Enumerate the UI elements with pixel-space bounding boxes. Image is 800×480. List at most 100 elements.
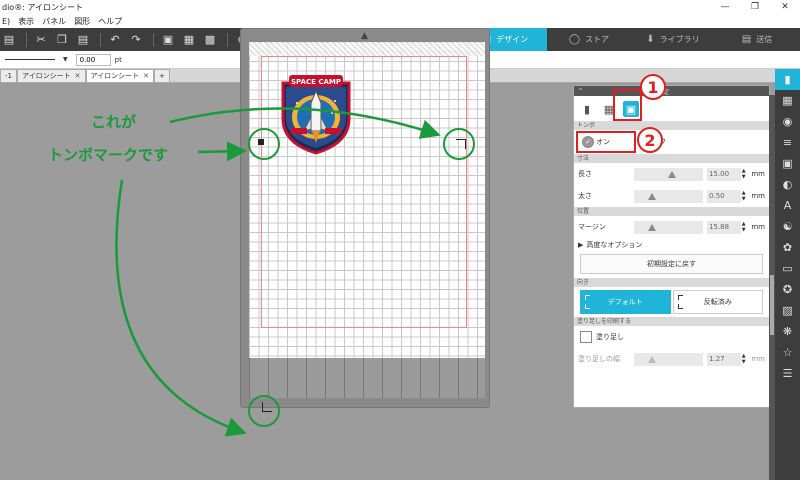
spinner-icon[interactable]: ▲ ▼ [742,221,748,233]
slider-thumb[interactable] [647,355,656,363]
doc-tab-active[interactable]: アイロンシート ✕ [85,69,155,82]
layers-icon[interactable]: ☰ [775,363,800,384]
doc-tab[interactable]: -1 [0,69,17,82]
new-tab-button[interactable]: + [154,69,170,82]
tab-library-label: ライブラリ [659,35,700,44]
advanced-options-toggle[interactable]: ▶ 高度なオプション [574,238,769,252]
thickness-row: 太さ 0.50 ▲ ▼ mm [574,185,769,207]
length-input[interactable]: 15.00 [707,167,741,181]
tab-design-label: デザイン [496,35,529,44]
copy-icon[interactable]: ❐ [53,32,71,48]
maximize-button[interactable]: ❐ [740,0,770,14]
plus-icon: + [159,72,165,80]
title-bar: dio®: アイロンシート — ❐ ✕ [0,0,800,14]
menu-item-view[interactable]: 表示 [18,16,34,27]
line-width-unit: pt [114,55,122,64]
undo-icon[interactable]: ↶ [106,32,124,48]
line-style-preview[interactable] [5,59,55,60]
close-button[interactable]: ✕ [770,0,800,14]
slider-thumb[interactable] [667,170,676,178]
length-label: 長さ [578,170,592,178]
doc-tab-label: アイロンシート [21,72,71,80]
step-badge-2: 2 [637,127,663,153]
sparkle-icon[interactable]: ❋ [775,321,800,342]
pixscan-icon[interactable]: ▦ [775,90,800,111]
contrast-icon[interactable]: ◐ [775,174,800,195]
window-title: dio®: アイロンシート [2,2,84,12]
tab-store[interactable]: ◯ ストア [547,28,631,51]
thickness-input[interactable]: 0.50 [707,189,741,203]
mode-tabs: ▦ デザイン ◯ ストア ⬇ ライブラリ ▤ 送信 [463,28,799,51]
line-width-input[interactable] [75,53,111,66]
annotation-text-line2: トンボマークです [48,146,169,164]
transform-icon[interactable]: ✿ [775,237,800,258]
corner-bracket-icon [677,304,683,309]
corner-bracket-icon [585,304,590,309]
margin-row: マージン 15.88 ▲ ▼ mm [574,216,769,238]
patch-title: SPACE CAMP [291,78,341,86]
menu-item-shape[interactable]: 図形 [74,16,90,27]
redo-icon[interactable]: ↷ [127,32,145,48]
tab-send[interactable]: ▤ 送信 [715,28,799,51]
spinner-icon[interactable]: ▲ ▼ [742,168,748,180]
thickness-label: 太さ [578,192,592,200]
margin-input[interactable]: 15.88 [707,220,741,234]
section-size: 寸法 [574,154,769,163]
bleed-label: 塗り足し [596,333,624,341]
direction-default-button[interactable]: デフォルト [580,290,671,314]
close-tab-icon[interactable]: ✕ [75,72,81,80]
bleed-width-input[interactable]: 1.27 [707,352,741,366]
right-panel-bar: ▮ ▦ ◉ ≡ ▣ ◐ A ☯ ✿ ▭ ✪ ▨ ❋ ☆ ☰ [775,69,800,480]
margin-slider[interactable] [633,220,704,234]
line-style-icon[interactable]: ≡ [775,132,800,153]
fill-palette-icon[interactable]: ◉ [775,111,800,132]
mat-bottom-grid [249,358,485,398]
replicate-icon[interactable]: ▭ [775,258,800,279]
section-position: 位置 [574,207,769,216]
star-outline-icon[interactable]: ☆ [775,342,800,363]
direction-reversed-button[interactable]: 反転済み [672,290,763,314]
group-icon[interactable]: ▩ [201,32,219,48]
bleed-checkbox-row[interactable]: 塗り足し [574,326,769,348]
minimize-button[interactable]: — [710,0,740,14]
bleed-width-label: 塗り足しの幅 [578,355,620,363]
step-badge-1: 1 [640,74,666,100]
length-slider[interactable] [633,167,704,181]
print-icon[interactable]: ▤ [0,32,18,48]
cut-settings-icon[interactable]: ▣ [775,153,800,174]
menu-item-help[interactable]: ヘルプ [98,16,122,27]
thickness-slider[interactable] [633,189,704,203]
deselect-icon[interactable]: ▦ [180,32,198,48]
spinner-icon[interactable]: ▲ ▼ [742,353,748,365]
spinner-icon[interactable]: ▲ ▼ [742,190,748,202]
section-direction: 向き [574,278,769,287]
text-style-icon[interactable]: A [775,195,800,216]
paste-icon[interactable]: ▤ [74,32,92,48]
chevron-down-icon[interactable]: ▼ [63,56,68,63]
select-icon[interactable]: ▣ [159,32,177,48]
doc-tab[interactable]: アイロンシート ✕ [16,69,86,82]
reset-defaults-button[interactable]: 初期設定に戻す [580,254,763,274]
scrollbar-thumb[interactable] [770,275,774,335]
toolbar-separator [100,32,101,47]
page-settings-tab-icon[interactable]: ▮ [579,101,595,117]
slider-thumb[interactable] [647,192,656,200]
align-icon[interactable]: ☯ [775,216,800,237]
tab-library[interactable]: ⬇ ライブラリ [631,28,715,51]
cut-icon[interactable]: ✂ [32,32,50,48]
annotation-text-line1: これが [91,113,137,131]
thickness-unit: mm [751,192,765,200]
trace-icon[interactable]: ▨ [775,300,800,321]
menu-item-edit[interactable]: E) [2,17,10,26]
collapse-icon[interactable]: ^ [578,88,583,95]
highlight-circle-top-right [443,128,475,160]
slider-thumb[interactable] [647,223,656,231]
store-icon: ◯ [568,34,581,45]
close-tab-icon[interactable]: ✕ [143,72,149,80]
bleed-width-slider[interactable] [633,352,704,366]
page-settings-icon[interactable]: ▮ [775,69,800,90]
length-row: 長さ 15.00 ▲ ▼ mm [574,163,769,185]
menu-item-panel[interactable]: パネル [42,16,66,27]
star-badge-icon[interactable]: ✪ [775,279,800,300]
bleed-checkbox[interactable] [580,331,592,343]
